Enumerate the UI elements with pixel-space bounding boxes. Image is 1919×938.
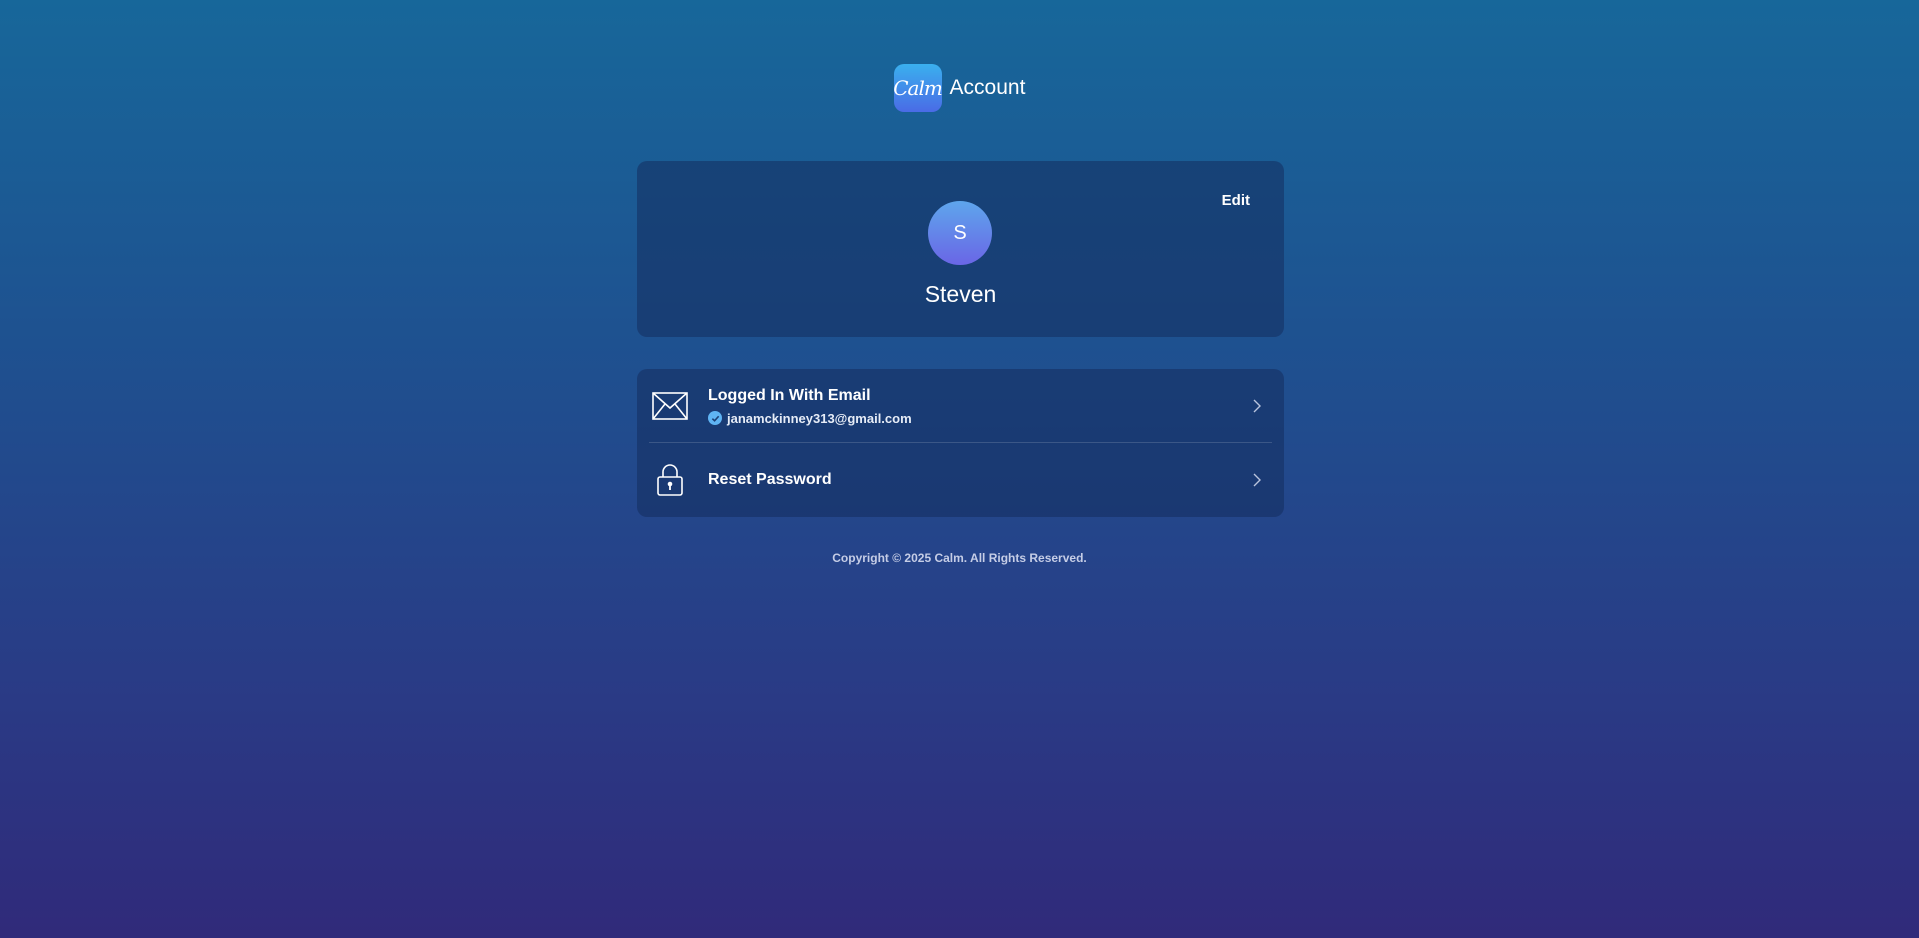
profile-card: Edit S Steven [637, 161, 1284, 337]
email-row-text: Logged In With Email janamckinney313@gma… [708, 387, 912, 426]
reset-password-label: Reset Password [708, 471, 832, 488]
email-row-title: Logged In With Email [708, 386, 871, 404]
reset-password-row[interactable]: Reset Password [637, 443, 1284, 517]
calm-logo[interactable]: Calm [893, 64, 943, 112]
edit-button[interactable]: Edit [1222, 192, 1250, 209]
copyright-footer: Copyright © 2025 Calm. All Rights Reserv… [832, 551, 1087, 565]
chevron-right-icon [1253, 399, 1261, 413]
page-title: Account [949, 76, 1026, 99]
page-header: Calm Account [0, 64, 1919, 112]
lock-icon [652, 462, 688, 498]
profile-name: Steven [924, 281, 997, 307]
email-address: janamckinney313@gmail.com [727, 410, 912, 426]
verified-check-icon [708, 411, 722, 425]
avatar: S [928, 201, 992, 265]
avatar-initial: S [953, 221, 967, 244]
logged-in-email-row[interactable]: Logged In With Email janamckinney313@gma… [637, 369, 1284, 443]
envelope-icon [652, 388, 688, 424]
reset-row-text: Reset Password [708, 471, 832, 489]
email-row-subtitle: janamckinney313@gmail.com [708, 411, 912, 426]
chevron-right-icon [1253, 473, 1261, 487]
settings-card: Logged In With Email janamckinney313@gma… [637, 369, 1284, 517]
